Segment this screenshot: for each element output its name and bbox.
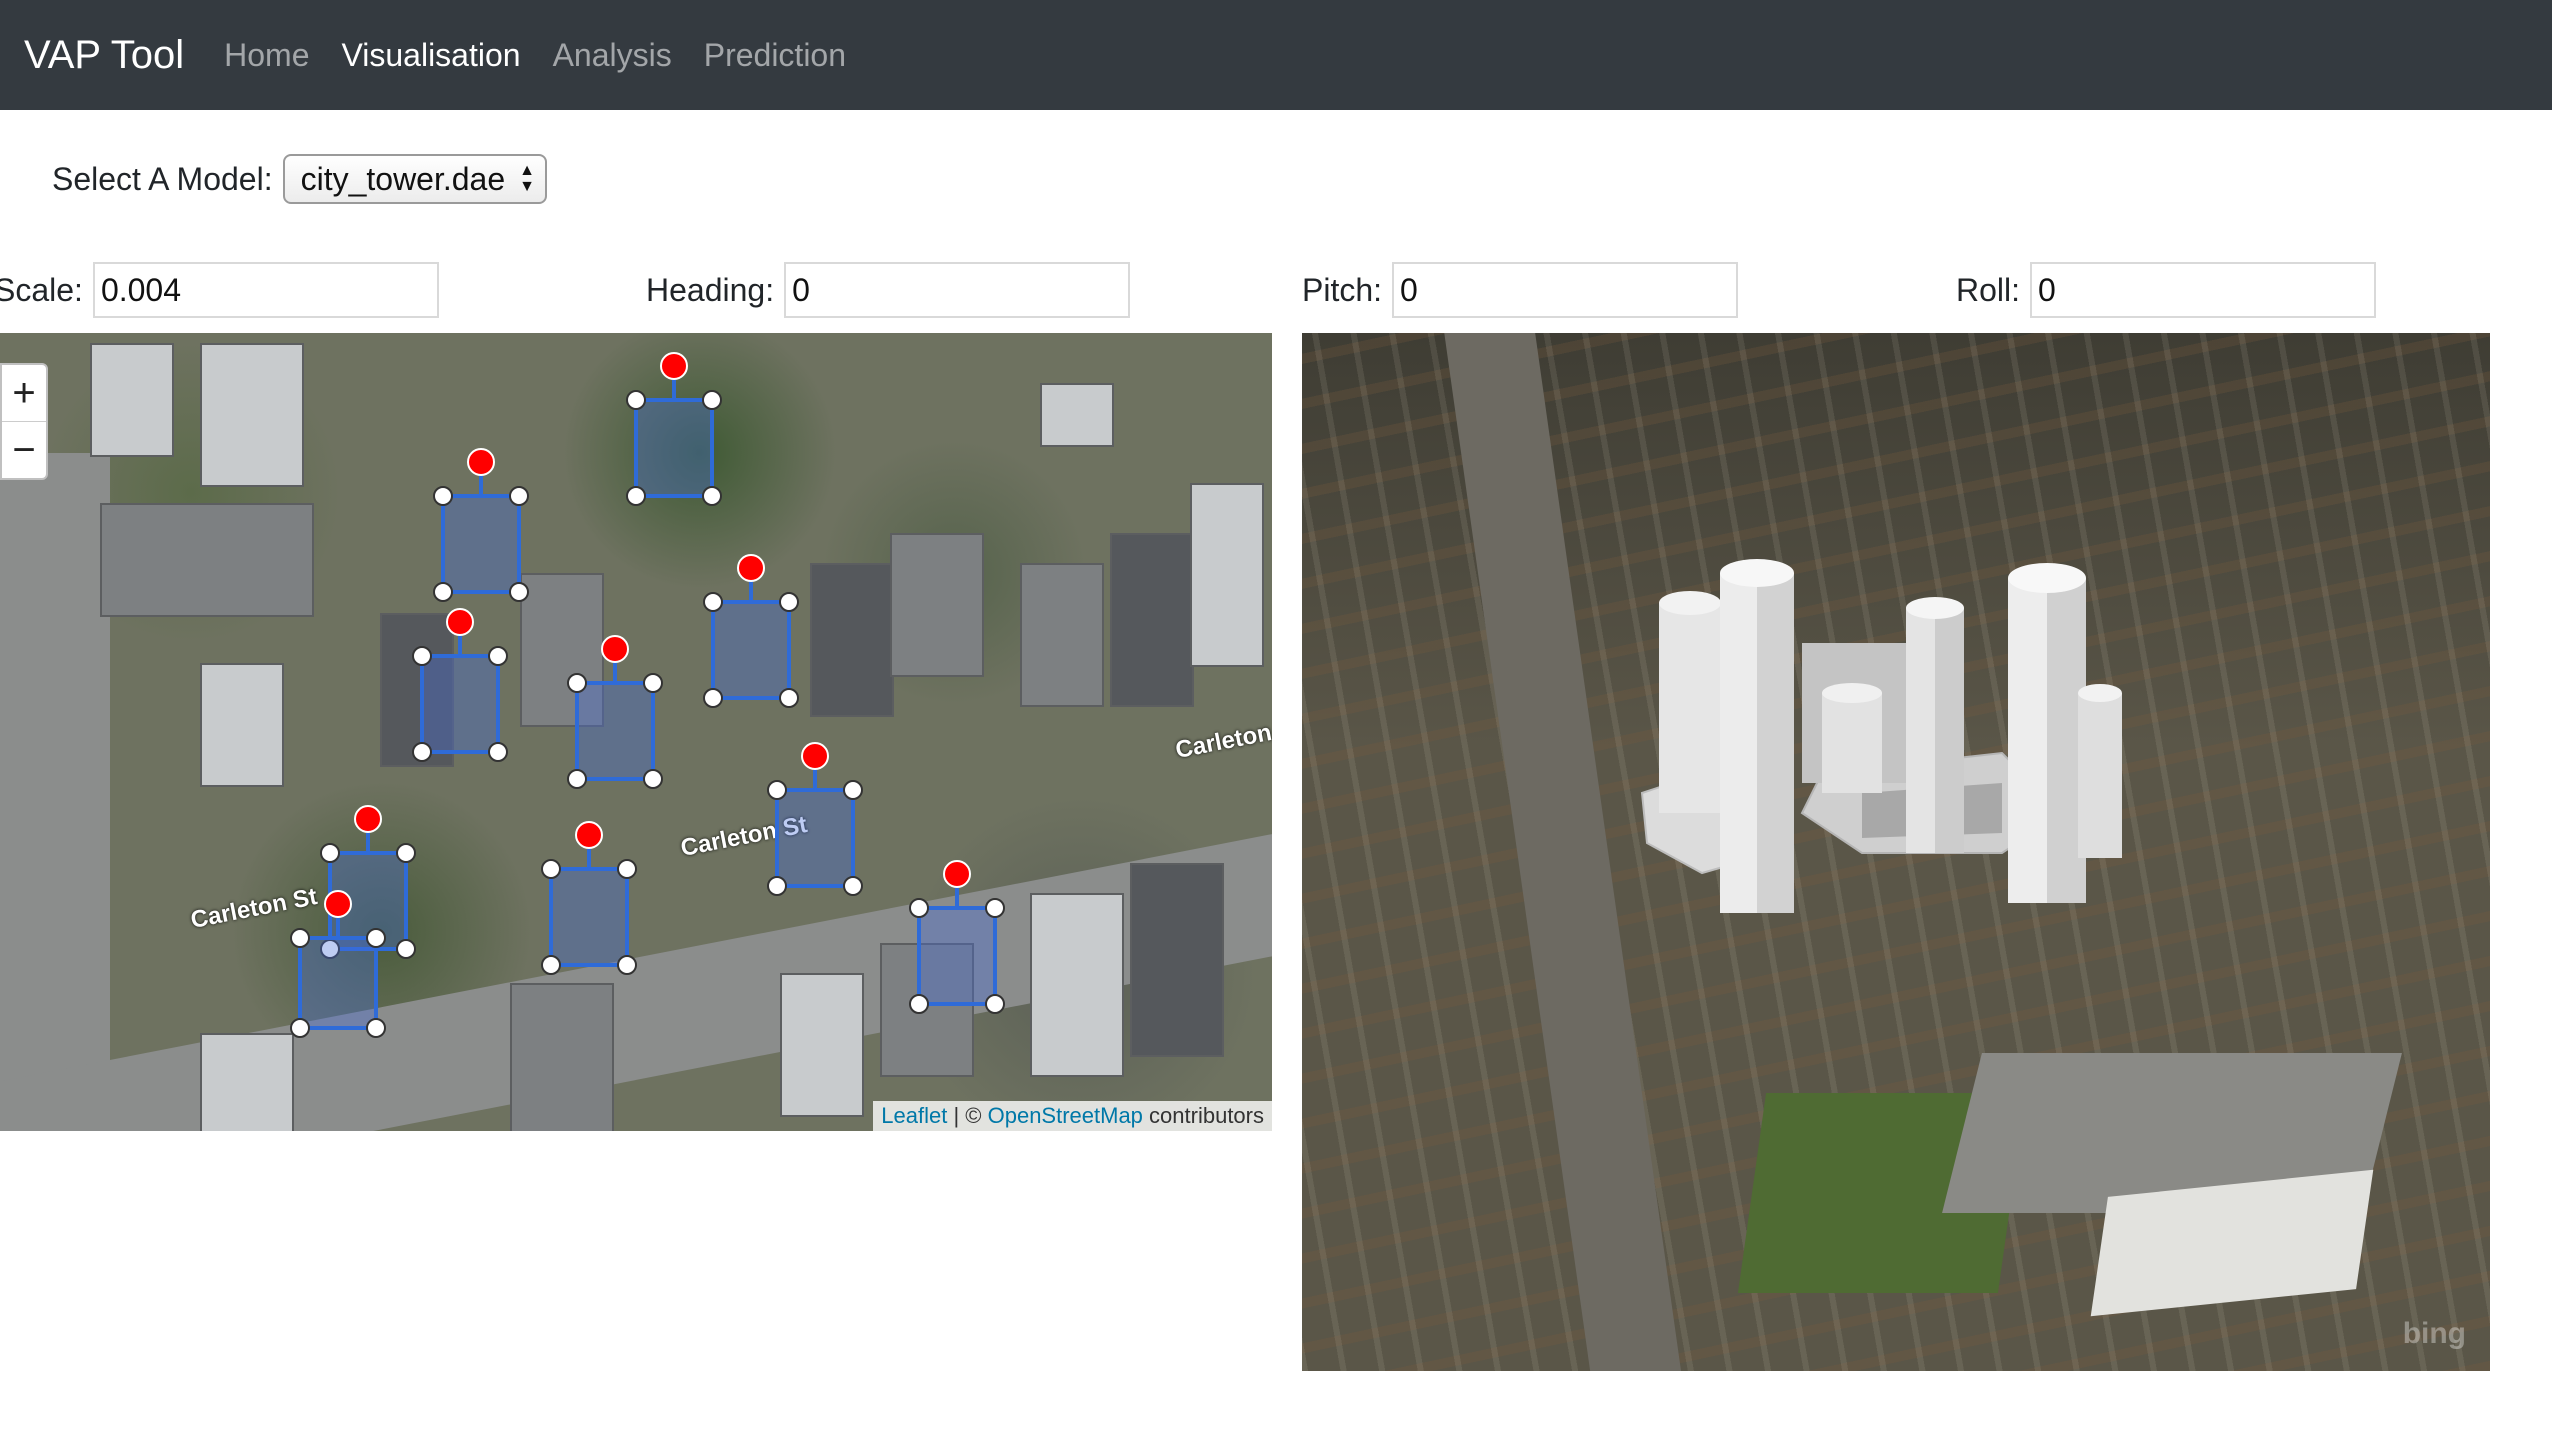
corner-resize-handle[interactable] — [320, 843, 340, 863]
building-footprint[interactable] — [575, 681, 655, 781]
corner-resize-handle[interactable] — [909, 898, 929, 918]
pitch-input[interactable] — [1392, 262, 1739, 318]
scale-label: Scale: — [0, 271, 83, 308]
model-select-value: city_tower.dae — [300, 160, 506, 197]
corner-resize-handle[interactable] — [703, 592, 723, 612]
corner-resize-handle[interactable] — [843, 876, 863, 896]
map-attribution: Leaflet | © OpenStreetMap contributors — [873, 1101, 1272, 1131]
corner-resize-handle[interactable] — [433, 582, 453, 602]
model-selector-row: Select A Model: city_tower.dae ▲ ▼ — [52, 154, 547, 204]
roll-input[interactable] — [2030, 262, 2377, 318]
building-footprint[interactable] — [298, 936, 378, 1030]
leaflet-link[interactable]: Leaflet — [881, 1103, 947, 1128]
rotate-handle[interactable] — [467, 448, 495, 476]
rotate-handle[interactable] — [324, 890, 352, 918]
corner-resize-handle[interactable] — [567, 673, 587, 693]
building-footprint[interactable] — [420, 654, 500, 754]
corner-resize-handle[interactable] — [433, 486, 453, 506]
corner-resize-handle[interactable] — [643, 673, 663, 693]
rotate-handle[interactable] — [737, 554, 765, 582]
corner-resize-handle[interactable] — [488, 646, 508, 666]
3d-city-tower-model[interactable] — [1302, 333, 2490, 1371]
roll-field: Roll: — [1956, 262, 2377, 318]
nav-analysis[interactable]: Analysis — [553, 37, 672, 74]
corner-resize-handle[interactable] — [843, 780, 863, 800]
corner-resize-handle[interactable] — [290, 1018, 310, 1038]
3d-globe-view[interactable]: bing — [1302, 333, 2490, 1371]
heading-field: Heading: — [646, 262, 1131, 318]
building-footprint[interactable] — [775, 788, 855, 888]
corner-resize-handle[interactable] — [985, 898, 1005, 918]
zoom-out-button[interactable]: − — [2, 421, 46, 478]
scale-input[interactable] — [92, 262, 439, 318]
corner-resize-handle[interactable] — [779, 592, 799, 612]
attribution-suffix: contributors — [1149, 1103, 1264, 1128]
rotate-handle[interactable] — [446, 608, 474, 636]
rotate-handle[interactable] — [943, 860, 971, 888]
corner-resize-handle[interactable] — [488, 742, 508, 762]
corner-resize-handle[interactable] — [412, 742, 432, 762]
corner-resize-handle[interactable] — [767, 780, 787, 800]
building-footprint[interactable] — [549, 867, 629, 967]
bing-watermark: bing — [2402, 1317, 2466, 1350]
heading-input[interactable] — [784, 262, 1131, 318]
corner-resize-handle[interactable] — [643, 769, 663, 789]
model-select-label: Select A Model: — [52, 160, 273, 197]
heading-label: Heading: — [646, 271, 775, 308]
corner-resize-handle[interactable] — [366, 1018, 386, 1038]
zoom-in-button[interactable]: + — [2, 365, 46, 421]
top-navbar: VAP Tool Home Visualisation Analysis Pre… — [0, 0, 2552, 110]
building-footprint[interactable] — [441, 494, 521, 594]
corner-resize-handle[interactable] — [703, 688, 723, 708]
osm-link[interactable]: OpenStreetMap — [988, 1103, 1143, 1128]
corner-resize-handle[interactable] — [412, 646, 432, 666]
nav-home[interactable]: Home — [224, 37, 309, 74]
footprint-overlay[interactable] — [0, 333, 1272, 1131]
corner-resize-handle[interactable] — [541, 955, 561, 975]
nav-visualisation[interactable]: Visualisation — [341, 37, 520, 74]
building-footprint[interactable] — [711, 600, 791, 700]
corner-resize-handle[interactable] — [541, 859, 561, 879]
attribution-separator: | © — [953, 1103, 982, 1128]
corner-resize-handle[interactable] — [909, 994, 929, 1014]
select-arrows-icon: ▲ ▼ — [519, 162, 535, 195]
corner-resize-handle[interactable] — [779, 688, 799, 708]
corner-resize-handle[interactable] — [702, 390, 722, 410]
corner-resize-handle[interactable] — [702, 486, 722, 506]
corner-resize-handle[interactable] — [626, 390, 646, 410]
app-brand[interactable]: VAP Tool — [24, 33, 184, 78]
corner-resize-handle[interactable] — [617, 955, 637, 975]
rotate-handle[interactable] — [660, 352, 688, 380]
pitch-field: Pitch: — [1302, 262, 1739, 318]
rotate-handle[interactable] — [354, 805, 382, 833]
corner-resize-handle[interactable] — [396, 843, 416, 863]
corner-resize-handle[interactable] — [985, 994, 1005, 1014]
corner-resize-handle[interactable] — [509, 582, 529, 602]
nav-prediction[interactable]: Prediction — [704, 37, 846, 74]
corner-resize-handle[interactable] — [626, 486, 646, 506]
corner-resize-handle[interactable] — [567, 769, 587, 789]
roll-label: Roll: — [1956, 271, 2021, 308]
corner-resize-handle[interactable] — [617, 859, 637, 879]
rotate-handle[interactable] — [575, 821, 603, 849]
rotate-handle[interactable] — [801, 742, 829, 770]
rotate-handle[interactable] — [601, 635, 629, 663]
corner-resize-handle[interactable] — [366, 928, 386, 948]
corner-resize-handle[interactable] — [290, 928, 310, 948]
model-select[interactable]: city_tower.dae ▲ ▼ — [282, 154, 547, 204]
building-footprint[interactable] — [917, 906, 997, 1006]
corner-resize-handle[interactable] — [767, 876, 787, 896]
pitch-label: Pitch: — [1302, 271, 1383, 308]
scale-field: Scale: — [0, 262, 439, 318]
corner-resize-handle[interactable] — [509, 486, 529, 506]
satellite-map[interactable]: Carleton St Carleton St Carleton + − Lea… — [0, 333, 1272, 1131]
corner-resize-handle[interactable] — [396, 939, 416, 959]
zoom-control: + − — [0, 363, 48, 480]
building-footprint[interactable] — [634, 398, 714, 498]
